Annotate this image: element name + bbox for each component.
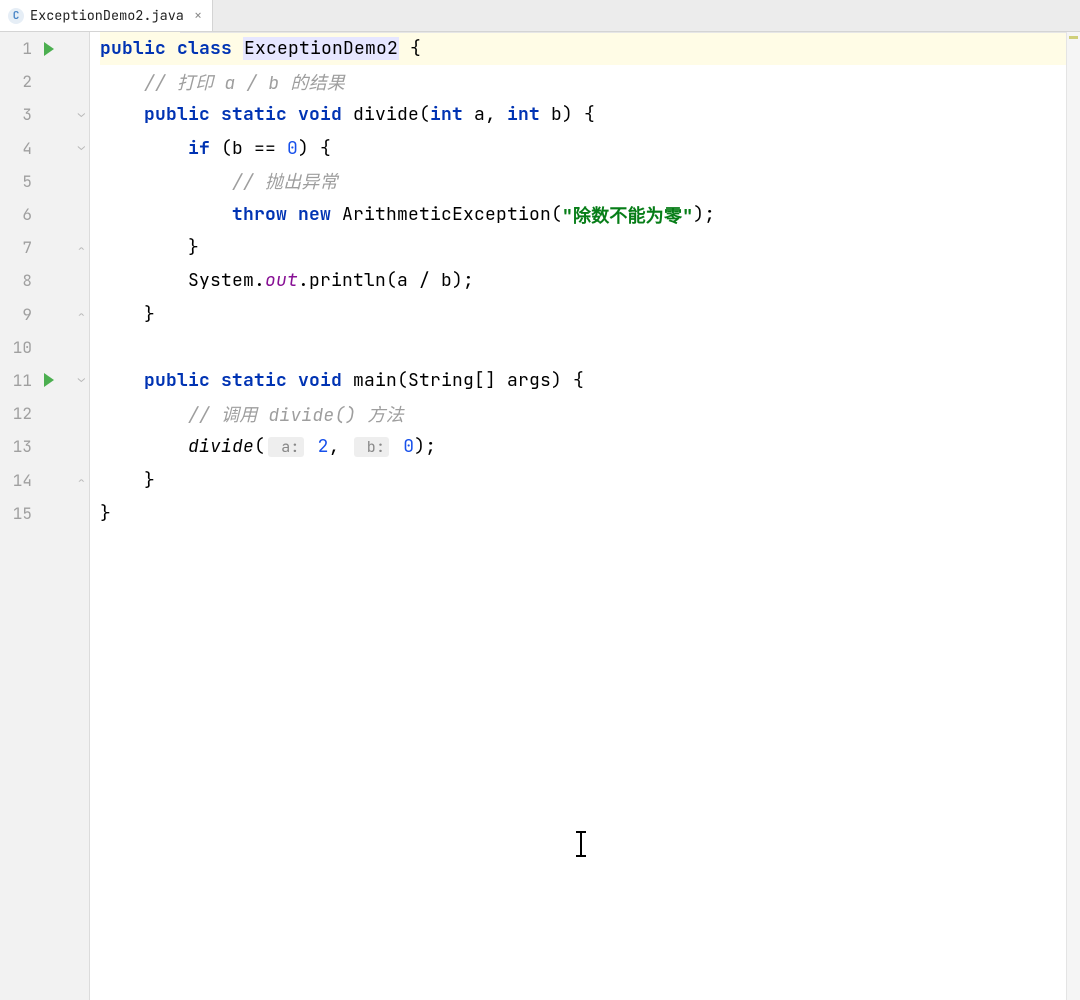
line-number: 8 bbox=[0, 270, 38, 291]
gutter-row: 14 ⌃ bbox=[0, 463, 89, 496]
tab-filename: ExceptionDemo2.java bbox=[30, 7, 184, 25]
close-icon[interactable]: × bbox=[194, 7, 202, 25]
fold-icon[interactable]: ⌃ bbox=[78, 308, 85, 324]
code-line[interactable]: } bbox=[100, 298, 1080, 331]
line-number: 1 bbox=[0, 38, 38, 59]
code-line[interactable]: } bbox=[100, 231, 1080, 264]
code-line[interactable]: // 抛出异常 bbox=[100, 165, 1080, 198]
fold-icon[interactable]: ⌄ bbox=[78, 370, 85, 386]
code-line[interactable]: public static void divide(int a, int b) … bbox=[100, 98, 1080, 131]
line-number: 10 bbox=[0, 337, 38, 358]
java-class-icon: C bbox=[8, 8, 24, 24]
line-number: 11 bbox=[0, 370, 38, 391]
gutter-row: 10 bbox=[0, 331, 89, 364]
editor: 123⌄4⌄567⌃89⌃1011⌄121314⌃15 public class… bbox=[0, 32, 1080, 1000]
gutter-row: 4⌄ bbox=[0, 132, 89, 165]
code-line[interactable]: // 调用 divide() 方法 bbox=[100, 397, 1080, 430]
run-gutter-icon[interactable] bbox=[44, 42, 54, 56]
code-line[interactable]: System.out.println(a / b); bbox=[100, 264, 1080, 297]
code-line[interactable] bbox=[100, 331, 1080, 364]
line-number: 4 bbox=[0, 138, 38, 159]
line-number: 2 bbox=[0, 71, 38, 92]
code-line[interactable]: // 打印 a / b 的结果 bbox=[100, 65, 1080, 98]
line-number: 13 bbox=[0, 436, 38, 457]
gutter-row: 6 bbox=[0, 198, 89, 231]
line-number: 3 bbox=[0, 104, 38, 125]
run-gutter-icon[interactable] bbox=[44, 373, 54, 387]
code-line[interactable]: public class ExceptionDemo2 { bbox=[100, 32, 1080, 65]
gutter-row: 3⌄ bbox=[0, 98, 89, 131]
line-number: 5 bbox=[0, 171, 38, 192]
gutter-row: 7⌃ bbox=[0, 231, 89, 264]
gutter-row: 11 ⌄ bbox=[0, 364, 89, 397]
line-number: 15 bbox=[0, 503, 38, 524]
gutter-row: 2 bbox=[0, 65, 89, 98]
line-number: 6 bbox=[0, 204, 38, 225]
gutter-row: 12 bbox=[0, 397, 89, 430]
file-tab[interactable]: C ExceptionDemo2.java × bbox=[0, 0, 213, 31]
gutter-row: 15 bbox=[0, 497, 89, 530]
line-number: 7 bbox=[0, 237, 38, 258]
scrollbar-vertical[interactable] bbox=[1066, 32, 1080, 1000]
code-line[interactable]: } bbox=[100, 497, 1080, 530]
text-caret bbox=[580, 832, 582, 856]
gutter-row: 9⌃ bbox=[0, 298, 89, 331]
fold-icon[interactable]: ⌄ bbox=[78, 138, 85, 154]
gutter-row: 5 bbox=[0, 165, 89, 198]
tab-bar: C ExceptionDemo2.java × bbox=[0, 0, 1080, 32]
fold-icon[interactable]: ⌃ bbox=[78, 474, 85, 490]
gutter: 123⌄4⌄567⌃89⌃1011⌄121314⌃15 bbox=[0, 32, 90, 1000]
line-number: 12 bbox=[0, 403, 38, 424]
divider bbox=[180, 32, 1066, 33]
code-line[interactable]: throw new ArithmeticException("除数不能为零"); bbox=[100, 198, 1080, 231]
code-line[interactable]: } bbox=[100, 463, 1080, 496]
scrollbar-mark bbox=[1069, 36, 1078, 39]
line-number: 14 bbox=[0, 470, 38, 491]
code-line[interactable]: if (b == 0) { bbox=[100, 132, 1080, 165]
gutter-row: 13 bbox=[0, 430, 89, 463]
fold-icon[interactable]: ⌃ bbox=[78, 242, 85, 258]
code-line[interactable]: divide( a: 2, b: 0); bbox=[100, 430, 1080, 463]
gutter-row: 8 bbox=[0, 264, 89, 297]
fold-icon[interactable]: ⌄ bbox=[78, 105, 85, 121]
gutter-row: 1 bbox=[0, 32, 89, 65]
line-number: 9 bbox=[0, 304, 38, 325]
code-line[interactable]: public static void main(String[] args) { bbox=[100, 364, 1080, 397]
